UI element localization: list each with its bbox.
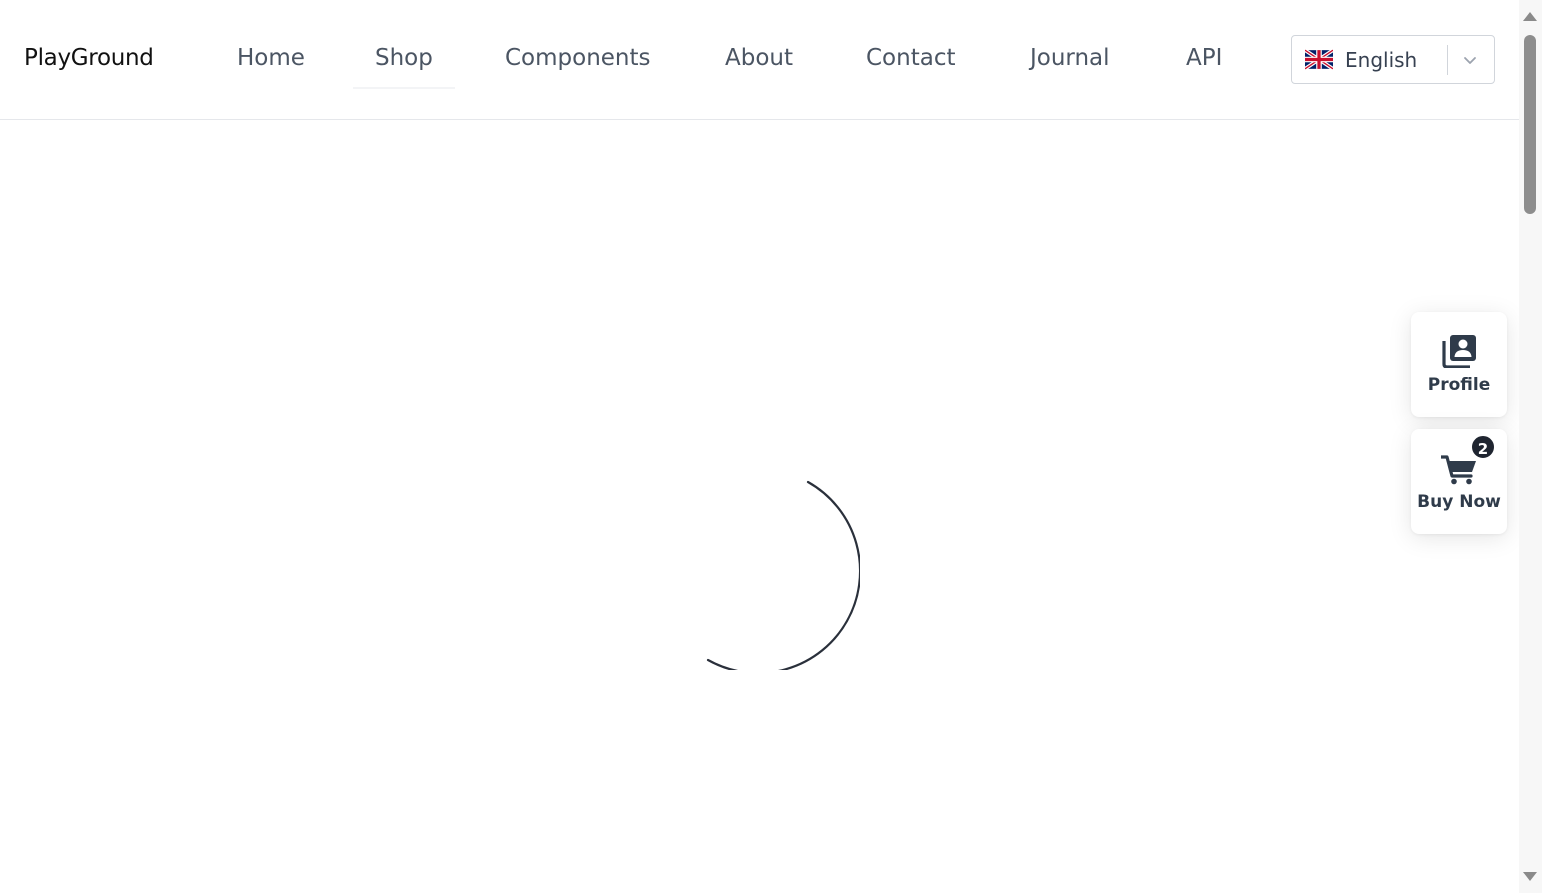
- vertical-scrollbar[interactable]: [1519, 0, 1542, 893]
- spinner-arc: [706, 480, 860, 670]
- nav-item-components[interactable]: Components: [505, 45, 651, 71]
- language-select[interactable]: English: [1291, 35, 1495, 84]
- language-divider: [1447, 45, 1448, 75]
- buy-now-button[interactable]: 2 Buy Now: [1411, 429, 1507, 534]
- profile-label: Profile: [1427, 375, 1491, 395]
- chevron-down-icon[interactable]: [1462, 52, 1478, 68]
- site-header: PlayGround Home Shop Components About Co…: [0, 0, 1519, 120]
- buy-now-label: Buy Now: [1417, 492, 1501, 512]
- brand-logo[interactable]: PlayGround: [24, 45, 154, 71]
- nav-item-api[interactable]: API: [1186, 45, 1222, 71]
- language-label: English: [1345, 48, 1418, 72]
- nav-item-journal[interactable]: Journal: [1030, 45, 1110, 71]
- profile-card-icon: [1442, 335, 1476, 368]
- profile-button[interactable]: Profile: [1411, 312, 1507, 417]
- scroll-up-arrow-icon[interactable]: [1523, 12, 1537, 21]
- cart-count-badge: 2: [1470, 434, 1496, 460]
- loading-spinner: [706, 480, 860, 670]
- scroll-down-arrow-icon[interactable]: [1523, 872, 1537, 881]
- nav-item-contact[interactable]: Contact: [866, 45, 955, 71]
- nav-item-home[interactable]: Home: [237, 45, 305, 71]
- uk-flag-icon: [1305, 49, 1333, 70]
- scrollbar-thumb[interactable]: [1524, 35, 1536, 214]
- nav-item-shop[interactable]: Shop: [353, 45, 455, 89]
- cart-icon: [1441, 455, 1476, 485]
- nav-item-about[interactable]: About: [725, 45, 793, 71]
